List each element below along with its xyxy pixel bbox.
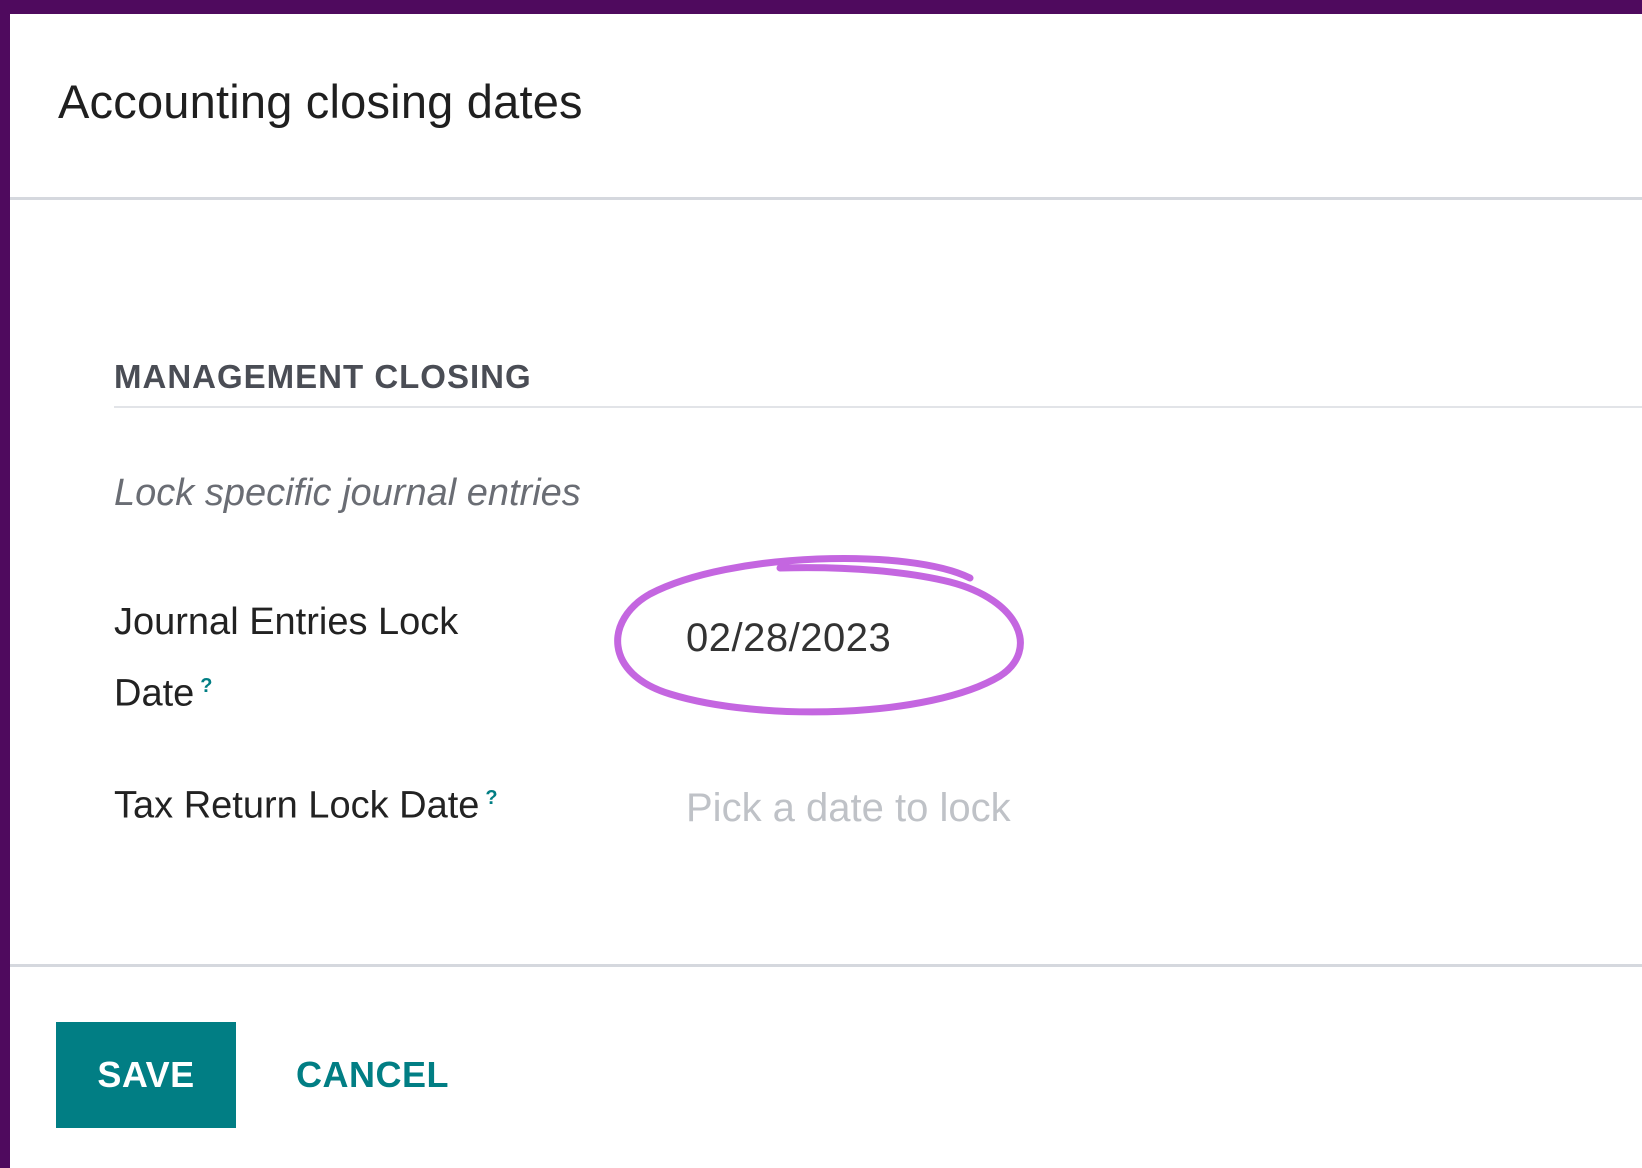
section-divider — [114, 406, 1642, 408]
journal-lock-label-text: Journal Entries Lock Date — [114, 601, 459, 715]
cancel-button[interactable]: CANCEL — [286, 1022, 459, 1128]
save-button[interactable]: SAVE — [56, 1022, 236, 1128]
dialog-header: Accounting closing dates — [10, 14, 1642, 200]
section-title: MANAGEMENT CLOSING — [114, 358, 532, 395]
section-description: Lock specific journal entries — [114, 472, 581, 514]
accounting-closing-dialog: Accounting closing dates MANAGEMENT CLOS… — [10, 14, 1642, 1168]
dialog-title: Accounting closing dates — [58, 75, 583, 128]
journal-lock-label: Journal Entries Lock Date? — [114, 590, 554, 726]
tax-lock-date-input[interactable] — [686, 786, 1166, 831]
tax-lock-label-text: Tax Return Lock Date — [114, 784, 480, 827]
help-icon[interactable]: ? — [200, 675, 212, 697]
highlight-circle-annotation — [614, 554, 1024, 716]
footer-divider — [10, 964, 1642, 967]
tax-lock-label: Tax Return Lock Date? — [114, 766, 498, 838]
help-icon[interactable]: ? — [485, 787, 497, 809]
